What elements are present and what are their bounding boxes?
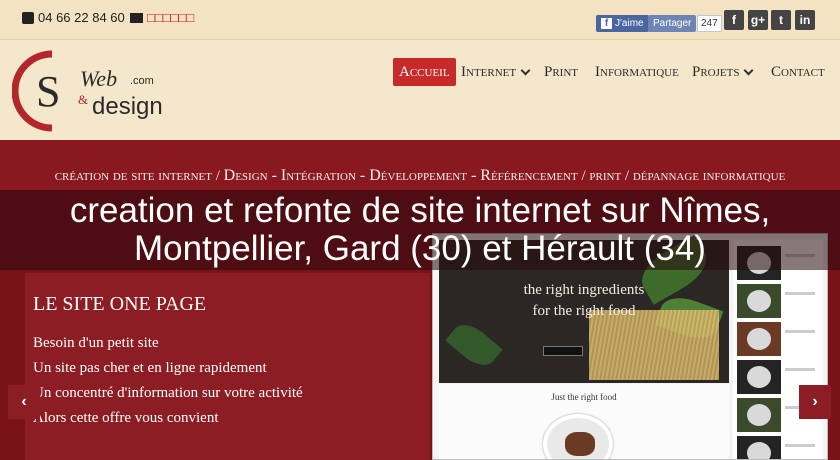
slide-line: Un concentré d'information sur votre act… [33,385,303,401]
nav-internet[interactable]: Internet [461,58,531,86]
hero-tagline: création de site internet / Design - Int… [0,167,840,185]
hero-title-line: creation et refonte de site internet sur… [69,191,771,230]
nav-label: Accueil [399,63,450,80]
slide-line: Un site pas cher et en ligne rapidement [33,360,267,376]
mockup-hero-line: for the right food [532,303,636,319]
nav-label: Print [544,63,579,80]
slider-next-button[interactable]: › [799,385,831,419]
twitter-icon[interactable]: t [771,10,791,30]
nav-label: Projets [692,63,740,80]
nav-informatique[interactable]: Informatique [595,58,679,86]
email-text: □□□□□□ [147,10,195,25]
share-button[interactable]: Partager [648,15,697,32]
share-count: 247 [697,15,722,32]
slide-line: Alors cette offre vous convient [33,410,219,426]
slide-heading: LE SITE ONE PAGE [33,293,207,315]
site-logo[interactable]: S Web .com & design [12,48,182,132]
tagline-part: / print / dépannage informatique [577,168,786,184]
facebook-icon: f [601,18,612,29]
mockup-hero-text: the right ingredients for the right food [439,280,729,322]
mockup-hero-line: the right ingredients [523,282,645,298]
mockup-sidebar [733,240,823,459]
slide-line: Besoin d'un petit site [33,335,159,351]
nav-label: Informatique [595,63,679,80]
share-label: Partager [653,18,692,29]
tagline-part: création de site internet / [54,168,224,184]
nav-accueil[interactable]: Accueil [393,58,456,86]
phone-contact[interactable]: 04 66 22 84 60 [22,10,125,25]
facebook-like-button[interactable]: f J'aime [596,15,649,32]
logo-amp: & [78,92,88,107]
logo-s: S [36,67,60,116]
linkedin-icon[interactable]: in [795,10,815,30]
envelope-icon [130,12,143,23]
mockup-section: Just the right food [439,384,729,459]
mockup-section-title: Just the right food [551,392,617,402]
nav-contact[interactable]: Contact [771,58,825,86]
chevron-right-icon: › [812,393,818,410]
logo-com: .com [130,75,154,87]
nav-label: Contact [771,63,825,80]
tagline-services: Design - Intégration - Développement - R… [223,167,578,184]
facebook-icon[interactable]: f [724,10,744,30]
hero-title: creation et refonte de site internet sur… [0,192,840,268]
email-contact[interactable]: □□□□□□ [130,10,194,25]
mockup-plate [543,414,613,459]
facebook-like-label: J'aime [615,18,644,29]
slide-panel: LE SITE ONE PAGE Besoin d'un petit site … [25,273,430,460]
chevron-down-icon [744,65,754,75]
phone-icon [22,11,34,24]
chevron-left-icon: ‹ [21,393,27,410]
logo-web: Web [80,66,117,91]
nav-projets[interactable]: Projets [692,58,754,86]
slider-prev-button[interactable]: ‹ [8,385,40,419]
chevron-down-icon [520,65,531,75]
hero-title-line: Montpellier, Gard (30) et Hérault (34) [134,229,706,268]
nav-print[interactable]: Print [544,58,578,86]
logo-design: design [92,93,163,120]
phone-number: 04 66 22 84 60 [38,10,125,25]
nav-label: Internet [461,63,517,80]
google-plus-icon[interactable]: g+ [748,10,768,30]
